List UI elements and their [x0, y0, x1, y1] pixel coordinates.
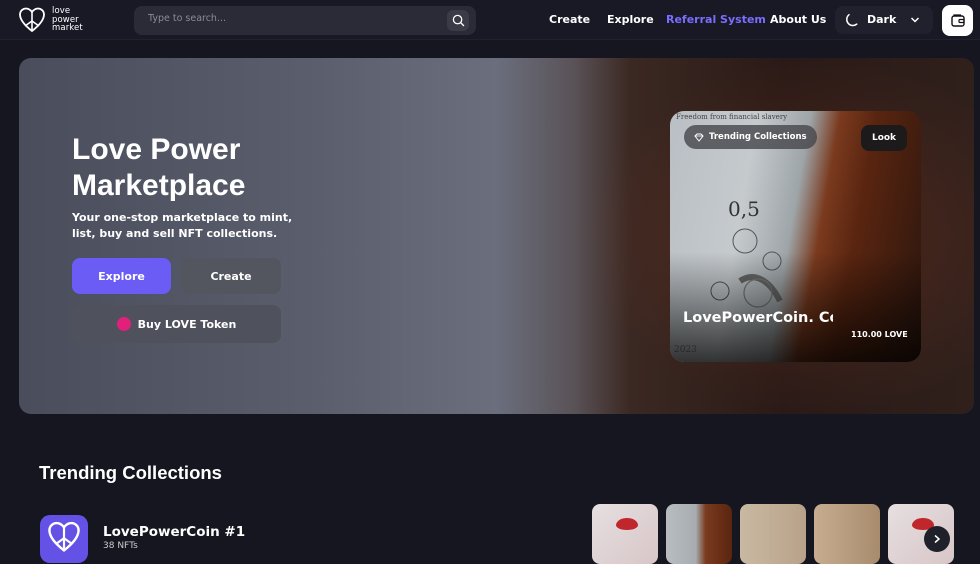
search-button[interactable] [447, 10, 469, 31]
collection-avatar[interactable] [40, 515, 88, 563]
wallet-button[interactable] [942, 5, 973, 36]
trending-badge-label: Trending Collections [709, 132, 807, 142]
nav-explore-link[interactable]: Explore [607, 13, 654, 26]
chevron-right-icon [934, 534, 941, 544]
collection-thumbnail[interactable] [666, 504, 732, 564]
hero-explore-button[interactable]: Explore [72, 258, 171, 294]
wallet-icon [950, 14, 965, 27]
search-input[interactable] [148, 13, 438, 24]
brand-line-3: market [52, 23, 83, 34]
hero-subtitle: Your one-stop marketplace to mint, list,… [72, 211, 293, 240]
lips-image [616, 518, 638, 530]
top-navbar: love power market Create Explore Referra… [0, 0, 980, 40]
moon-icon [846, 13, 858, 27]
collection-thumbnail[interactable] [740, 504, 806, 564]
coin-image-text-top: Freedom from financial slavery [676, 113, 788, 121]
collection-count: 38 NFTs [103, 541, 138, 551]
nav-referral-link[interactable]: Referral System [666, 13, 766, 26]
trending-section-title: Trending Collections [39, 462, 222, 483]
brand-wordmark: love power market [52, 7, 83, 33]
theme-label: Dark [867, 13, 897, 26]
search-icon [452, 14, 464, 27]
featured-nft-card[interactable]: Freedom from financial slavery 0,5 2023 … [670, 111, 921, 362]
theme-switcher[interactable]: Dark [835, 6, 933, 34]
nav-create-link[interactable]: Create [549, 13, 590, 26]
featured-card-price: 110.00 LOVE [851, 330, 908, 339]
coin-image-text-value: 0,5 [728, 197, 760, 221]
hero-create-button[interactable]: Create [181, 258, 281, 294]
collection-name[interactable]: LovePowerCoin #1 [103, 524, 245, 540]
featured-card-title: LovePowerCoin. Coin value -0.5.... [683, 310, 833, 326]
buy-love-token-button[interactable]: Buy LOVE Token [72, 305, 281, 343]
brand-logo[interactable]: love power market [18, 6, 83, 34]
chevron-down-icon [910, 17, 920, 23]
love-token-icon [116, 317, 131, 331]
card-shade [670, 252, 921, 362]
search-bar [134, 6, 476, 35]
carousel-next-button[interactable] [924, 526, 950, 552]
buy-love-token-label: Buy LOVE Token [137, 317, 237, 331]
hero-title: Love Power Marketplace [72, 133, 246, 202]
collection-thumbnail[interactable] [592, 504, 658, 564]
diamond-icon [694, 133, 704, 142]
heart-peace-icon [19, 7, 45, 33]
look-button[interactable]: Look [861, 125, 907, 151]
trending-badge: Trending Collections [684, 125, 817, 149]
collection-thumbnail[interactable] [814, 504, 880, 564]
nav-about-link[interactable]: About Us [770, 13, 826, 26]
